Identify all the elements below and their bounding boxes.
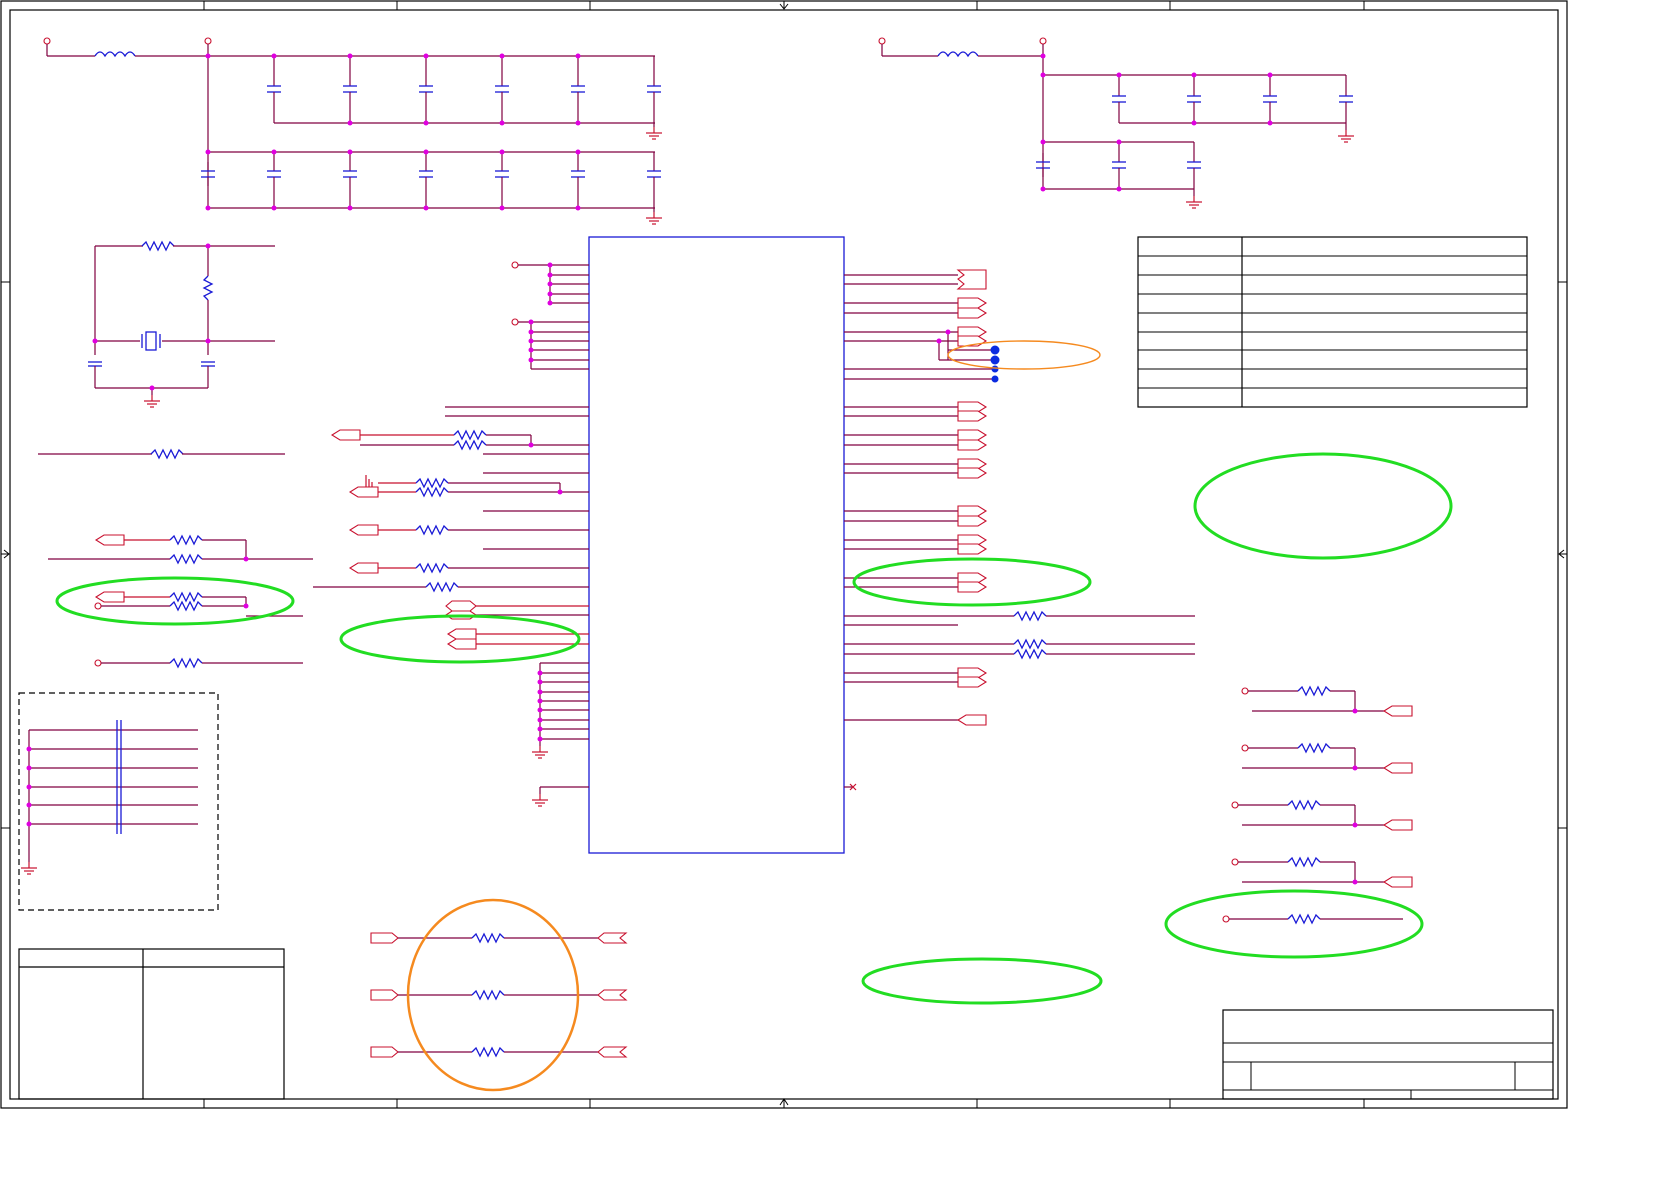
junction-dots [205, 53, 581, 211]
revision-table-left [18, 948, 285, 1100]
test-point-icon [878, 37, 886, 45]
ic-left-pins [313, 261, 589, 807]
ic-body [588, 236, 845, 854]
sheet-border [0, 0, 1568, 1109]
highlight-green-large [1193, 452, 1453, 560]
power-filter-right [878, 37, 1355, 209]
right-pullups [1222, 686, 1413, 924]
zone-ticks [1, 1, 1567, 1108]
crystal-circuit [88, 241, 275, 408]
schematic-sheet [0, 0, 1568, 1109]
crystal-icon [145, 331, 157, 351]
inductor-icon [94, 51, 136, 58]
center-arrows [1, 1, 1567, 1108]
cap-row-top [266, 56, 663, 140]
ic-right-pins [844, 269, 1195, 791]
cap-array-box [18, 692, 219, 911]
title-block [1222, 1009, 1554, 1100]
main-ic [588, 236, 845, 854]
highlight-green-bottom [861, 957, 1103, 1005]
inductor-icon [937, 51, 979, 58]
test-point-icon [1039, 37, 1047, 45]
highlight-green-bottom-right [1164, 889, 1424, 959]
power-filter-left [43, 37, 663, 225]
cap-row-bottom [200, 152, 663, 225]
test-point-icon [43, 37, 51, 45]
pin-table-right [1137, 236, 1528, 408]
highlight-orange-small [947, 340, 1101, 370]
test-point-icon [204, 37, 212, 45]
highlight-annotations [55, 340, 1453, 1092]
highlight-green-left [55, 576, 295, 626]
left-resistor-lines [38, 449, 313, 668]
probe-dots [990, 345, 1000, 383]
